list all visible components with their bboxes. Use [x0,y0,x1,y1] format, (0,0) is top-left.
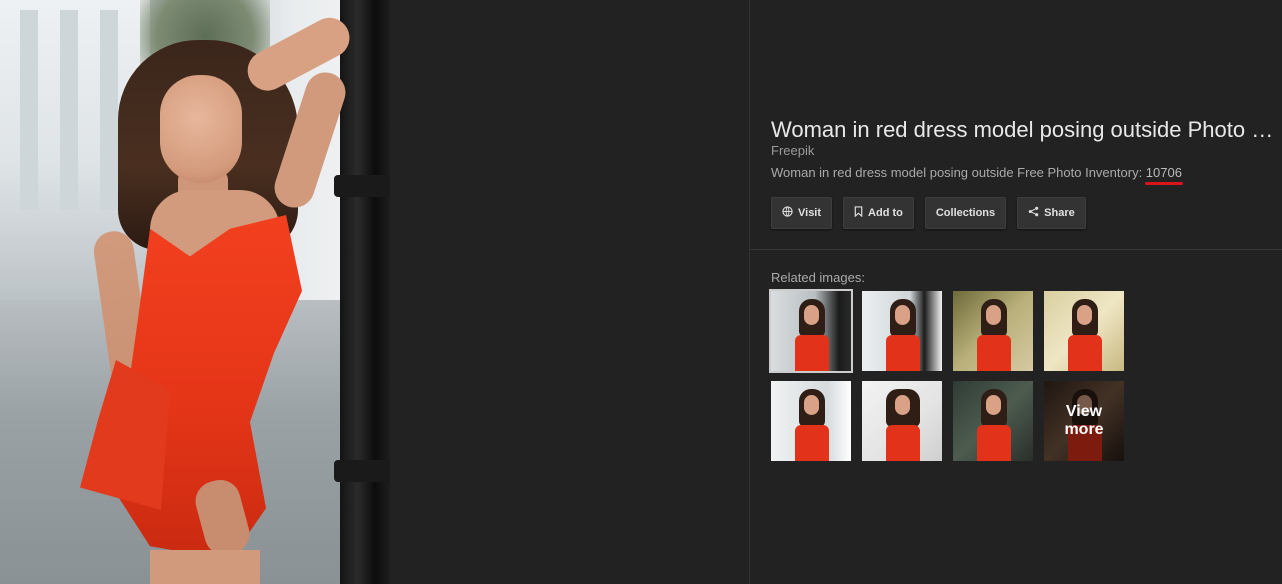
lamp-post [334,0,390,584]
image-info-panel: Woman in red dress model posing outside … [749,0,1282,584]
related-thumbnail[interactable] [953,381,1033,461]
building-window [100,10,118,210]
collections-button[interactable]: Collections [924,197,1007,229]
related-thumbnail[interactable] [1044,291,1124,371]
action-buttons: Visit Add to Collections Share [771,197,1086,229]
share-icon [1028,206,1039,220]
collections-label: Collections [935,207,996,219]
post-ring [334,175,390,197]
post-ring [334,460,390,482]
add-to-button[interactable]: Add to [843,197,914,229]
model-face [160,75,242,183]
visit-label: Visit [798,207,822,219]
image-description: Woman in red dress model posing outside … [771,165,1182,180]
add-to-label: Add to [868,207,903,219]
related-images-label: Related images: [771,270,865,285]
image-title[interactable]: Woman in red dress model posing outside … [771,117,1281,143]
description-text: Woman in red dress model posing outside … [771,165,1146,180]
related-thumbnail[interactable] [953,291,1033,371]
building-window [60,10,78,210]
related-thumbnail[interactable] [769,289,853,373]
globe-icon [782,206,793,220]
building-window [20,10,38,210]
preview-image[interactable] [0,0,390,584]
related-images-grid: View more [769,289,1124,461]
related-thumbnail[interactable] [862,291,942,371]
share-button[interactable]: Share [1017,197,1086,229]
dark-background-area [390,0,749,584]
red-underline-annotation [1145,182,1183,185]
visit-button[interactable]: Visit [771,197,833,229]
share-label: Share [1044,207,1075,219]
image-source[interactable]: Freepik [771,143,814,158]
section-divider [750,249,1282,250]
view-more-thumbnail[interactable]: View more [1044,381,1124,461]
model-legs [150,550,260,584]
related-thumbnail[interactable] [862,381,942,461]
bookmark-icon [854,206,863,220]
inventory-number: 10706 [1145,165,1182,180]
view-more-label: View more [1044,381,1124,461]
related-thumbnail[interactable] [771,381,851,461]
